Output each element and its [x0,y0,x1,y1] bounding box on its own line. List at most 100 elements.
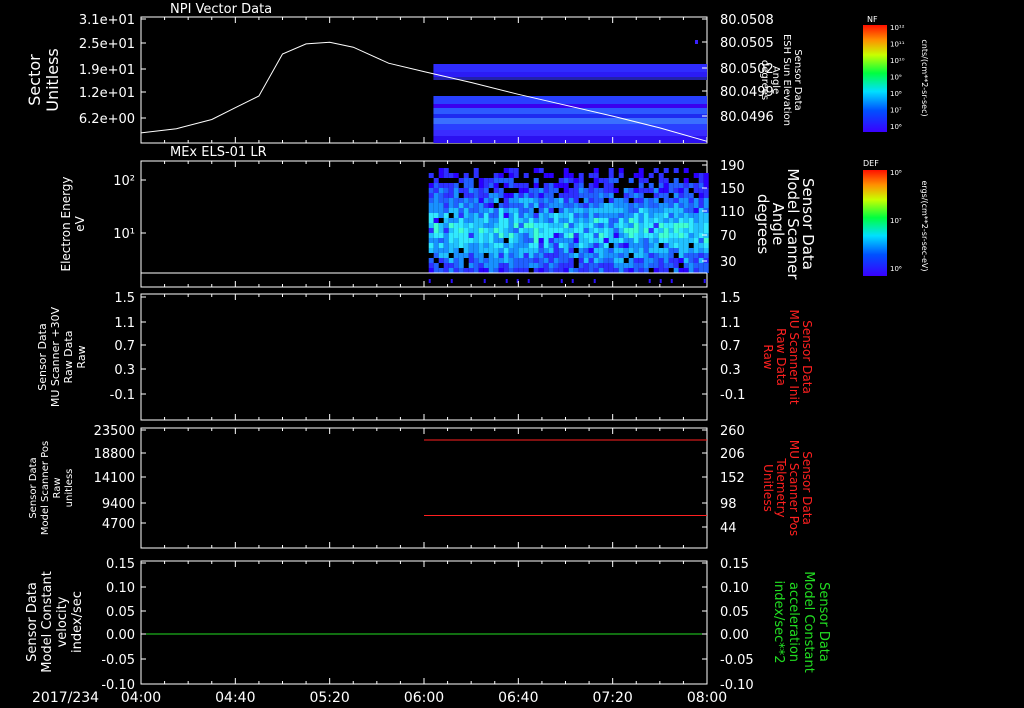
spectrogram-cell [533,248,539,253]
spectrogram-cell [683,198,689,203]
spectrogram-cell [658,188,664,193]
spectrogram-cell [558,213,564,218]
spectrogram-cell [663,258,669,263]
spectrogram-cell [658,213,664,218]
spectrogram-cell [703,228,709,233]
spectrogram-cell [583,228,589,233]
spectrogram-cell [648,243,654,248]
spectrogram-cell [703,173,709,178]
spectrogram-cell [603,188,609,193]
spectrogram-cell [608,183,614,188]
spectrogram-cell [638,168,644,173]
spectrogram-cell [583,248,589,253]
spectrogram-cell [663,168,669,173]
spectrogram-cell [653,218,659,223]
spectrogram-cell [528,243,534,248]
spectrogram-cell [633,238,639,243]
spectrogram-cell [598,243,604,248]
spectrogram-cell [668,218,674,223]
spectrogram-cell [523,248,529,253]
spectrogram-cell [673,233,679,238]
spectrogram-cell [603,208,609,213]
spectrogram-cell [578,248,584,253]
spectrogram-cell [448,238,454,243]
spectrogram-cell [478,258,484,263]
spectrogram-cell [473,168,479,173]
panel-5-ytick-label: -0.05 [101,653,135,668]
spectrogram-cell [438,238,444,243]
spectrogram-cell [568,188,574,193]
spectrogram-cell [688,213,694,218]
spectrogram-cell [548,198,554,203]
panel-5-ylabel-c: velocity [55,596,70,647]
spectrogram-cell [598,248,604,253]
spectrogram-cell [523,183,529,188]
spectrogram-cell [638,183,644,188]
spectrogram-cell [623,268,629,273]
spectrogram-cell [493,208,499,213]
spectrogram-cell [573,183,579,188]
spectrogram-cell [468,183,474,188]
spectrogram-cell [478,238,484,243]
spectrogram-cell [483,233,489,238]
spectrogram-cell [628,178,634,183]
panel-1-ytick-label: 6.2e+00 [79,112,135,127]
spectrogram-cell [558,208,564,213]
spectrogram-cell [443,213,449,218]
spectrogram-cell [458,228,464,233]
spectrogram-cell [598,258,604,263]
spectrogram-cell [558,193,564,198]
spectrogram-cell [448,183,454,188]
spectrogram-cell [618,228,624,233]
spectrogram-cell [608,208,614,213]
spectrogram-cell [503,183,509,188]
spectrogram-cell [493,183,499,188]
spectrogram-cell [438,233,444,238]
spectrogram-cell [623,233,629,238]
spectrogram-cell [593,233,599,238]
spectrogram-cell [653,243,659,248]
spectrogram-cell [648,188,654,193]
spectrogram-cell [603,243,609,248]
panel-1-ytick-label: 3.1e+01 [79,13,135,28]
spectrogram-cell [438,193,444,198]
spectrogram-cell [568,258,574,263]
spectrogram-cell [643,238,649,243]
spectrogram-cell [553,253,559,258]
spectrogram-cell [648,173,654,178]
spectrogram-cell [433,238,439,243]
spectrogram-cell [498,188,504,193]
spectrogram-cell [693,258,699,263]
spectrogram-cell [468,268,474,273]
spectrogram-cell [638,223,644,228]
spectrogram-cell [613,233,619,238]
colorbar-1-tick: 10⁶ [890,123,902,131]
spectrogram-cell [568,233,574,238]
spectrogram-cell [703,218,709,223]
spectrogram-cell [588,268,594,273]
spectrogram-cell [548,193,554,198]
spectrogram-cell [633,188,639,193]
spectrogram-cell [603,233,609,238]
spectrogram-cell [493,238,499,243]
spectrogram-cell [578,263,584,268]
spectrogram-cell [578,223,584,228]
panel-4-rlabel-b: MU Scanner Pos [787,440,801,536]
spectrogram-cell [623,188,629,193]
spectrogram-cell [603,183,609,188]
spectrogram-cell [683,248,689,253]
spectrogram-cell [483,263,489,268]
spectrogram-cell [473,228,479,233]
spectrogram-cell [473,243,479,248]
xtick-label: 05:20 [309,690,349,706]
spectrogram-cell [678,258,684,263]
spectrogram-cell [613,228,619,233]
spectrogram-cell [433,253,439,258]
spectrogram-cell [583,198,589,203]
spectrogram-cell [678,268,684,273]
spectrogram-cell [588,263,594,268]
spectrogram-cell [638,218,644,223]
spectrogram-cell [573,188,579,193]
panel-2-spectrogram [428,168,709,283]
spectrogram-cell [703,193,709,198]
